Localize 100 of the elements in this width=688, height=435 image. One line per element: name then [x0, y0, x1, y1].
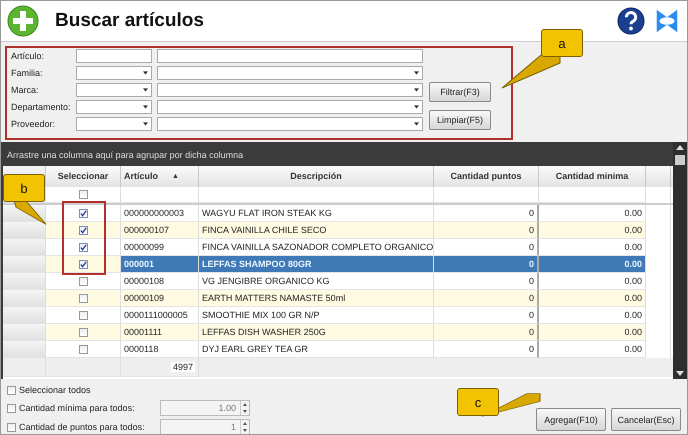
table-row[interactable]: 00000109 EARTH MATTERS NAMASTE 50ml 0 0.00 — [3, 290, 673, 307]
table-cell: 0 — [528, 242, 534, 252]
filter-cell[interactable] — [434, 187, 539, 203]
checkbox[interactable] — [7, 404, 16, 412]
input-field[interactable] — [76, 48, 152, 62]
caret-icon — [143, 88, 148, 92]
table-cell: 0000111000005 — [124, 310, 188, 320]
table-cell: 0 — [528, 259, 534, 269]
scroll-down-icon[interactable] — [676, 371, 684, 376]
table-cell: 0.00 — [624, 259, 642, 269]
table-cell: 000000000003 — [124, 208, 184, 218]
filter-cell[interactable] — [199, 187, 434, 203]
table-row[interactable]: 000001 LEFFAS SHAMPOO 80GR 0 0.00 — [3, 256, 673, 273]
caret-icon — [414, 88, 419, 92]
table-cell: FINCA VAINILLA SAZONADOR COMPLETO ORGANICO — [202, 242, 433, 252]
checkbox[interactable] — [78, 208, 88, 218]
column-header[interactable]: Seleccionar — [46, 166, 121, 187]
table-cell: 00001111 — [124, 327, 162, 337]
field-label: Marca: — [11, 84, 40, 94]
number-field[interactable]: 1.00 — [160, 400, 250, 416]
column-header[interactable]: Cantidad puntos — [434, 166, 539, 187]
scrollbar[interactable] — [673, 142, 687, 379]
dropdown-field[interactable] — [76, 66, 152, 80]
table-cell: 0.00 — [624, 310, 642, 320]
checkbox[interactable] — [78, 310, 88, 320]
checkbox[interactable] — [7, 386, 16, 394]
input-field[interactable] — [157, 48, 423, 62]
group-hint: Arrastre una columna aquí para agrupar por dicha columna — [6, 149, 244, 162]
table-cell: 0 — [528, 293, 534, 303]
column-header[interactable]: Descripción — [199, 166, 434, 187]
option-label: Cantidad mínima para todos: — [19, 403, 136, 413]
caret-icon — [414, 70, 419, 74]
checkbox[interactable] — [7, 422, 16, 432]
option-label: Cantidad de puntos para todos: — [19, 422, 146, 432]
callout-label: a — [541, 29, 583, 57]
spinner-arrows-icon[interactable] — [240, 401, 249, 415]
dropdown-field[interactable] — [76, 116, 152, 130]
table-cell: 0.00 — [624, 242, 642, 252]
row-count: 4997 — [170, 362, 195, 372]
table-cell: 0 — [528, 327, 534, 337]
field-label: Departamento: — [11, 102, 71, 112]
option-label: Seleccionar todos — [19, 385, 92, 395]
table-cell: SMOOTHIE MIX 100 GR N/P — [202, 310, 320, 320]
checkbox[interactable] — [78, 260, 88, 268]
table-cell: 0 — [528, 208, 534, 218]
filter-button[interactable]: Filtrar(F3) — [429, 82, 491, 102]
table-cell: EARTH MATTERS NAMASTE 50ml — [202, 293, 346, 303]
caret-icon — [414, 122, 419, 126]
help-icon[interactable] — [617, 7, 645, 35]
table-cell: VG JENGIBRE ORGANICO KG — [202, 276, 330, 286]
table-cell: DYJ EARL GREY TEA GR — [202, 344, 308, 354]
table-cell: 000001 — [124, 259, 154, 269]
dropdown-field[interactable] — [157, 82, 423, 96]
dropdown-field[interactable] — [76, 100, 152, 114]
dropdown-field[interactable] — [157, 100, 423, 114]
checkbox[interactable] — [78, 294, 88, 302]
field-label: Artículo: — [11, 50, 46, 60]
callout-label: c — [457, 388, 499, 416]
number-field[interactable]: 1 — [160, 419, 250, 434]
caret-icon — [143, 122, 148, 126]
scroll-thumb[interactable] — [675, 155, 685, 165]
table-cell: WAGYU FLAT IRON STEAK KG — [202, 208, 332, 218]
table-cell: 0.00 — [624, 225, 642, 235]
dialog-button[interactable]: Cancelar(Esc) — [611, 408, 681, 431]
table-cell: 000000107 — [124, 225, 170, 235]
add-icon — [7, 5, 39, 37]
caret-icon — [143, 70, 148, 74]
table-cell: 0 — [528, 225, 534, 235]
checkbox[interactable] — [78, 242, 88, 252]
caret-icon — [143, 104, 148, 108]
checkbox[interactable] — [78, 226, 88, 234]
table-cell: 00000108 — [124, 276, 164, 286]
table-row[interactable]: 00001111 LEFFAS DISH WASHER 250G 0 0.00 — [3, 324, 673, 341]
checkbox[interactable] — [78, 344, 88, 354]
footer-cell — [3, 358, 46, 377]
scroll-up-icon[interactable] — [676, 145, 684, 150]
table-cell: FINCA VAINILLA CHILE SECO — [202, 225, 326, 235]
table-cell: 0 — [528, 344, 534, 354]
table-cell: 0.00 — [624, 344, 642, 354]
checkbox[interactable] — [78, 190, 88, 199]
table-cell: 0.00 — [624, 208, 642, 218]
spinner-arrows-icon[interactable] — [240, 420, 249, 434]
caret-icon — [414, 104, 419, 108]
filter-cell[interactable] — [121, 187, 199, 203]
table-cell: 0.00 — [624, 276, 642, 286]
table-cell: 00000099 — [124, 242, 164, 252]
table-cell: 0 — [528, 276, 534, 286]
table-row[interactable]: 000000107 FINCA VAINILLA CHILE SECO 0 0.00 — [3, 222, 673, 239]
dropdown-field[interactable] — [157, 66, 423, 80]
callout-label: b — [3, 174, 45, 202]
table-cell: LEFFAS DISH WASHER 250G — [202, 327, 326, 337]
checkbox[interactable] — [78, 328, 88, 336]
table-cell: 0.00 — [624, 293, 642, 303]
dropdown-field[interactable] — [157, 116, 423, 130]
table-cell: 00000109 — [124, 293, 164, 303]
dropdown-field[interactable] — [76, 82, 152, 96]
filter-button[interactable]: Limpiar(F5) — [429, 110, 491, 130]
table-cell: 0000118 — [124, 344, 158, 354]
checkbox[interactable] — [78, 276, 88, 286]
dialog-button[interactable]: Agregar(F10) — [536, 408, 606, 431]
